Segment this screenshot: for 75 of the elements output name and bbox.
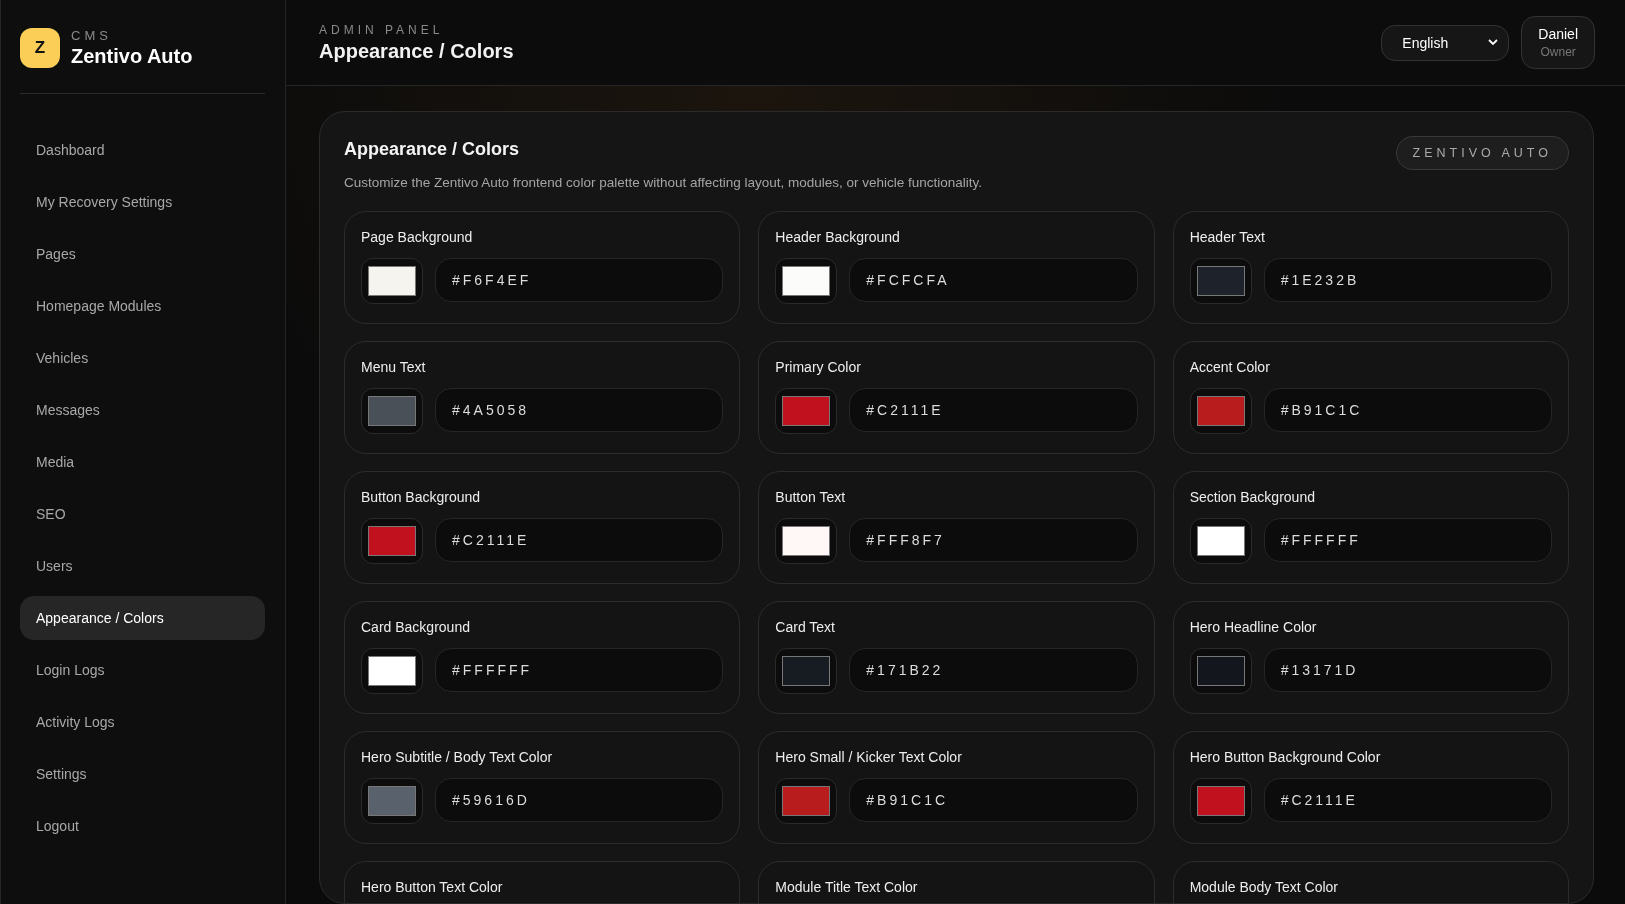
hex-input[interactable]: #C2111E <box>849 388 1138 432</box>
color-label: Card Text <box>775 619 836 635</box>
color-label: Hero Headline Color <box>1189 619 1318 635</box>
sidebar-item[interactable]: SEO <box>20 492 265 536</box>
sidebar-item[interactable]: Vehicles <box>20 336 265 380</box>
hex-input[interactable]: #C2111E <box>435 518 724 562</box>
sidebar-item[interactable]: Activity Logs <box>20 700 265 744</box>
panel-description: Customize the Zentivo Auto frontend color palette without affecting layout, modules, or vehicle functionality. <box>344 175 984 190</box>
hex-input[interactable]: #13171D <box>1263 648 1552 692</box>
color-label: Hero Small / Kicker Text Color <box>775 749 963 765</box>
color-picker[interactable] <box>775 258 838 304</box>
brand-kicker: CMS <box>71 28 113 43</box>
hex-input[interactable]: #FCFCFA <box>849 258 1138 302</box>
color-label: Primary Color <box>775 359 862 375</box>
color-label: Module Title Text Color <box>775 879 919 895</box>
color-picker[interactable] <box>1189 518 1252 564</box>
color-picker[interactable] <box>361 518 423 564</box>
sidebar-item[interactable]: Settings <box>20 752 265 796</box>
page-title: Appearance / Colors <box>319 39 514 63</box>
color-picker[interactable] <box>775 778 838 824</box>
sidebar-item[interactable]: Users <box>20 544 265 588</box>
color-picker[interactable] <box>775 648 838 694</box>
hex-input[interactable]: #59616D <box>435 778 724 822</box>
color-picker[interactable] <box>1189 648 1252 694</box>
color-picker[interactable] <box>775 388 838 434</box>
color-label: Module Body Text Color <box>1189 879 1340 895</box>
hex-input[interactable]: #4A5058 <box>435 388 724 432</box>
hex-input[interactable]: #B91C1C <box>849 778 1138 822</box>
color-label: Section Background <box>1189 489 1316 505</box>
user-button[interactable]: Daniel Owner <box>1521 16 1595 69</box>
color-picker[interactable] <box>361 388 423 434</box>
color-picker[interactable] <box>1189 258 1252 304</box>
color-picker[interactable] <box>775 518 838 564</box>
hex-input[interactable]: #C2111E <box>1263 778 1552 822</box>
color-label: Accent Color <box>1189 359 1271 375</box>
chevron-down-icon <box>1488 39 1499 46</box>
color-label: Header Background <box>775 229 901 245</box>
color-picker[interactable] <box>361 258 423 304</box>
brand-badge: ZENTIVO AUTO <box>1395 136 1569 170</box>
hex-input[interactable]: #171B22 <box>849 648 1138 692</box>
color-picker[interactable] <box>361 778 423 824</box>
color-label: Hero Button Text Color <box>361 879 504 895</box>
language-select[interactable]: English <box>1381 24 1510 61</box>
color-label: Button Background <box>361 489 482 505</box>
hex-input[interactable]: #F6F4EF <box>435 258 724 302</box>
brand-name: Zentivo Auto <box>71 45 193 68</box>
panel-title: Appearance / Colors <box>344 139 521 160</box>
hex-input[interactable]: #FFFFFF <box>1263 518 1552 562</box>
hex-input[interactable]: #B91C1C <box>1263 388 1552 432</box>
color-label: Card Background <box>361 619 471 635</box>
logo: Z <box>20 28 60 68</box>
hex-input[interactable]: #FFFFFF <box>435 648 724 692</box>
color-picker[interactable] <box>1189 778 1252 824</box>
sidebar-item[interactable]: Pages <box>20 232 265 276</box>
user-name: Daniel <box>1538 26 1578 42</box>
hex-input[interactable]: #1E232B <box>1263 258 1552 302</box>
sidebar-item[interactable]: Dashboard <box>20 128 265 172</box>
color-label: Page Background <box>361 229 474 245</box>
color-label: Menu Text <box>361 359 427 375</box>
color-label: Hero Button Background Color <box>1189 749 1382 765</box>
user-role: Owner <box>1539 45 1577 59</box>
sidebar-item[interactable]: Logout <box>20 804 265 848</box>
color-picker[interactable] <box>1189 388 1252 434</box>
sidebar-item[interactable]: My Recovery Settings <box>20 180 265 224</box>
color-label: Header Text <box>1189 229 1266 245</box>
color-label: Button Text <box>775 489 847 505</box>
sidebar-item[interactable]: Appearance / Colors <box>20 596 265 640</box>
sidebar-item[interactable]: Media <box>20 440 265 484</box>
sidebar-item[interactable]: Messages <box>20 388 265 432</box>
header-kicker: ADMIN PANEL <box>319 22 445 37</box>
color-picker[interactable] <box>361 648 423 694</box>
sidebar-item[interactable]: Login Logs <box>20 648 265 692</box>
hex-input[interactable]: #FFF8F7 <box>849 518 1138 562</box>
sidebar-item[interactable]: Homepage Modules <box>20 284 265 328</box>
color-label: Hero Subtitle / Body Text Color <box>361 749 554 765</box>
